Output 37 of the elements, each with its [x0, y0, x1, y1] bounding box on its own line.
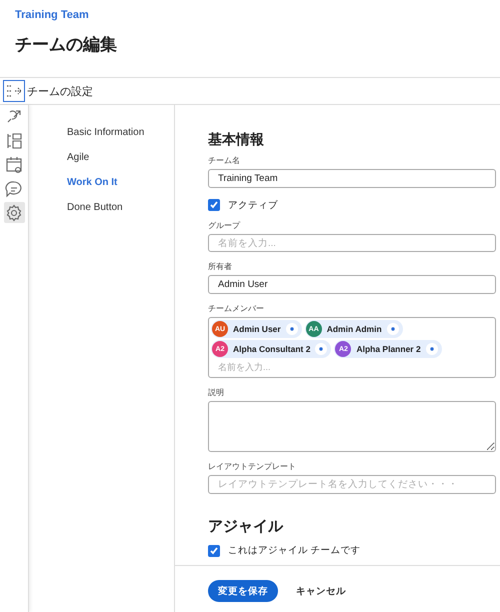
- collapse-icon[interactable]: [3, 80, 25, 102]
- field-label: グループ: [208, 220, 240, 231]
- group-field[interactable]: 名前を入力...: [208, 234, 496, 252]
- page-title: チームの編集: [15, 34, 117, 56]
- cancel-button[interactable]: キャンセル: [296, 584, 346, 598]
- checkbox[interactable]: [208, 544, 220, 557]
- remove-icon[interactable]: [315, 343, 328, 356]
- field-label: 説明: [208, 387, 224, 398]
- section-heading: アジャイル: [208, 517, 283, 536]
- checkbox[interactable]: [208, 199, 220, 212]
- layout-template-field[interactable]: レイアウトテンプレート名を入力してください・・・: [208, 475, 496, 494]
- settings-icon[interactable]: [4, 202, 24, 223]
- breadcrumb-link[interactable]: Training Team: [15, 9, 89, 21]
- field-label: 所有者: [208, 261, 232, 272]
- checkbox-label: アクティブ: [228, 198, 278, 212]
- checkbox-label: これはアジャイル チームです: [228, 544, 361, 558]
- calendar-icon[interactable]: [4, 154, 24, 175]
- section-heading: 基本情報: [208, 131, 264, 149]
- section-nav-item[interactable]: Done Button: [67, 202, 123, 213]
- member-name: Alpha Planner 2: [356, 344, 421, 354]
- remove-icon[interactable]: [386, 323, 399, 336]
- settings-heading: チームの設定: [27, 84, 93, 98]
- member-name: Admin User: [233, 324, 281, 334]
- field-label: チーム名: [208, 155, 240, 166]
- owner-field[interactable]: Admin User: [208, 275, 496, 294]
- description-field[interactable]: [208, 401, 496, 452]
- section-nav-item[interactable]: Work On It: [67, 177, 118, 188]
- section-nav-item[interactable]: Agile: [67, 152, 90, 163]
- field-label: レイアウトテンプレート: [208, 461, 296, 472]
- remove-icon[interactable]: [286, 323, 298, 336]
- member-name: Admin Admin: [326, 324, 382, 334]
- section-nav-item[interactable]: Basic Information: [67, 127, 144, 138]
- member-name: Alpha Consultant 2: [233, 344, 310, 354]
- team-name-field[interactable]: Training Team: [208, 169, 496, 188]
- field-label: チームメンバー: [208, 303, 264, 314]
- remove-icon[interactable]: [426, 343, 438, 356]
- save-button[interactable]: 変更を保存: [208, 580, 278, 602]
